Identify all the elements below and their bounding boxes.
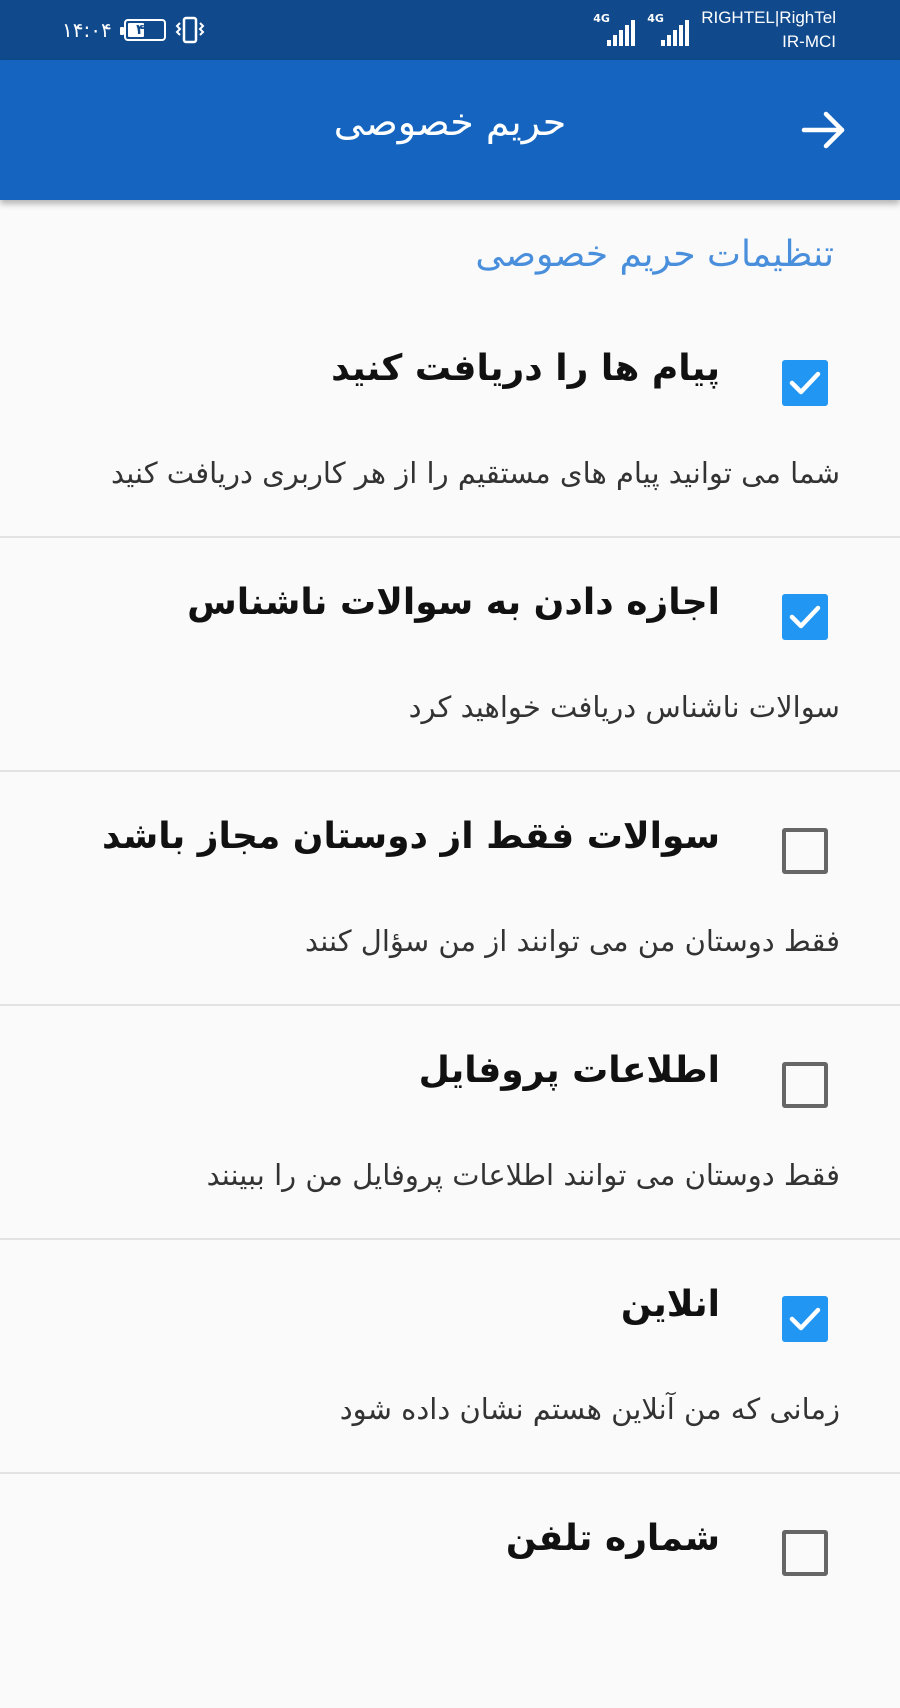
status-bar: ۱۴:۰۴ ۴۶ 4G 4G RIGHTEL|RighTel IR-MCI xyxy=(0,0,900,60)
check-icon xyxy=(789,1307,821,1331)
check-icon xyxy=(789,371,821,395)
pref-phone-number[interactable]: شماره تلفن xyxy=(0,1474,900,1708)
pref-summary: سوالات ناشناس دریافت خواهید کرد xyxy=(408,690,840,724)
pref-anonymous-questions[interactable]: اجازه دادن به سوالات ناشناس سوالات ناشنا… xyxy=(0,538,900,772)
arrow-forward-icon xyxy=(801,111,845,149)
section-header: تنظیمات حریم خصوصی xyxy=(475,234,834,275)
carrier-names: RIGHTEL|RighTel IR-MCI xyxy=(701,6,836,54)
preferences-screen: تنظیمات حریم خصوصی پیام ها را دریافت کنی… xyxy=(0,200,900,1600)
vibrate-icon xyxy=(174,16,206,44)
check-icon xyxy=(789,605,821,629)
pref-title: انلاین xyxy=(620,1284,720,1325)
carrier-2: IR-MCI xyxy=(782,32,836,51)
pref-title: اجازه دادن به سوالات ناشناس xyxy=(187,582,720,623)
checkbox-checked[interactable] xyxy=(782,360,828,406)
pref-title: اطلاعات پروفایل xyxy=(418,1050,720,1091)
pref-profile-info[interactable]: اطلاعات پروفایل فقط دوستان می توانند اطل… xyxy=(0,1006,900,1240)
pref-summary: فقط دوستان من می توانند از من سؤال کنند xyxy=(305,924,840,958)
pref-receive-messages[interactable]: پیام ها را دریافت کنید شما می توانید پیا… xyxy=(0,304,900,538)
battery-cap xyxy=(119,27,124,35)
checkbox-checked[interactable] xyxy=(782,594,828,640)
battery-icon: ۴۶ xyxy=(119,19,166,41)
status-right: 4G 4G RIGHTEL|RighTel IR-MCI xyxy=(593,6,836,54)
checkbox-checked[interactable] xyxy=(782,1296,828,1342)
back-button[interactable] xyxy=(796,102,852,158)
checkbox-unchecked[interactable] xyxy=(782,1530,828,1576)
pref-summary: فقط دوستان می توانند اطلاعات پروفایل من … xyxy=(206,1158,840,1192)
pref-title: شماره تلفن xyxy=(505,1518,720,1559)
carrier-1: RIGHTEL|RighTel xyxy=(701,8,836,27)
pref-title: پیام ها را دریافت کنید xyxy=(331,348,720,389)
signal-strength-icon: 4G xyxy=(593,12,637,46)
battery-level: ۴۶ xyxy=(136,22,154,38)
signal-strength-icon: 4G xyxy=(647,12,691,46)
checkbox-unchecked[interactable] xyxy=(782,828,828,874)
pref-summary: زمانی که من آنلاین هستم نشان داده شود xyxy=(339,1392,840,1426)
page-title: حریم خصوصی xyxy=(333,100,567,144)
clock: ۱۴:۰۴ xyxy=(62,18,112,42)
status-left: ۱۴:۰۴ ۴۶ xyxy=(62,14,206,46)
pref-summary: شما می توانید پیام های مستقیم را از هر ک… xyxy=(110,456,840,490)
checkbox-unchecked[interactable] xyxy=(782,1062,828,1108)
app-bar: حریم خصوصی xyxy=(0,60,900,200)
pref-online-status[interactable]: انلاین زمانی که من آنلاین هستم نشان داده… xyxy=(0,1240,900,1474)
pref-friends-only-questions[interactable]: سوالات فقط از دوستان مجاز باشد فقط دوستا… xyxy=(0,772,900,1006)
pref-title: سوالات فقط از دوستان مجاز باشد xyxy=(102,816,720,857)
